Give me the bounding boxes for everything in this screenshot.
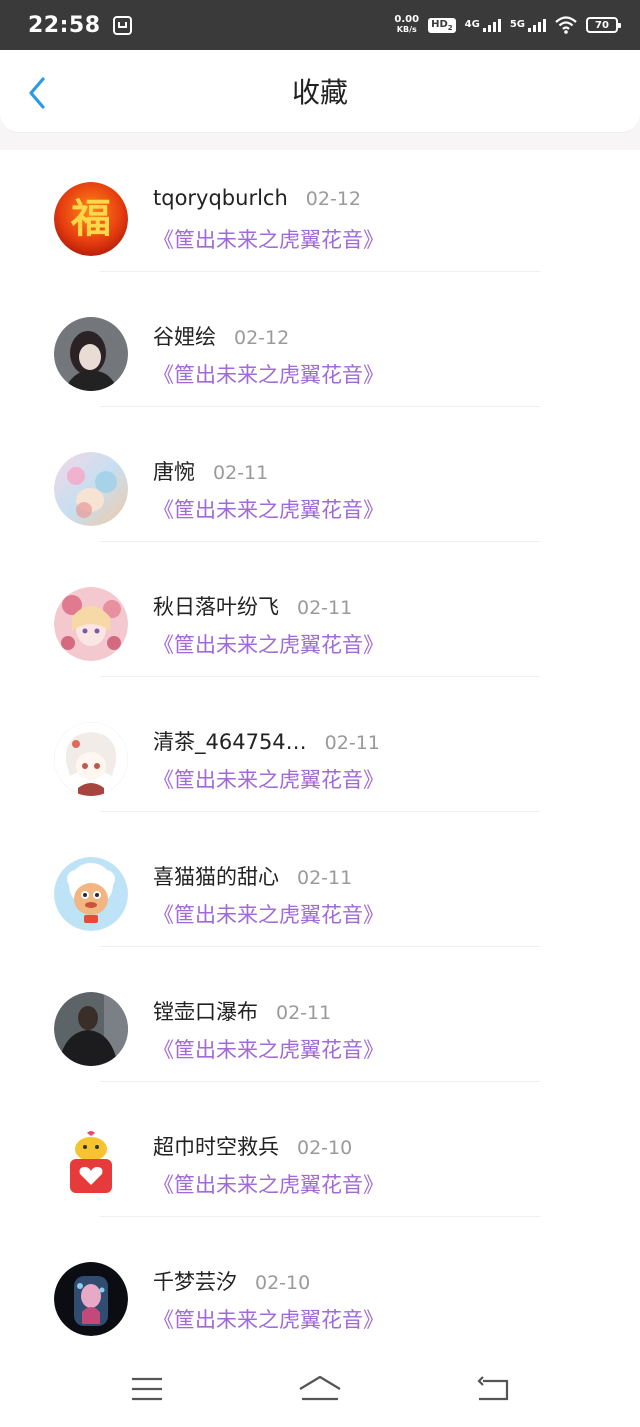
back-button[interactable] — [22, 76, 52, 110]
user-name[interactable]: 千梦芸汐 — [153, 1266, 237, 1296]
date: 02-12 — [305, 188, 361, 210]
work-title[interactable]: 《筐出未来之虎翼花音》 — [153, 224, 384, 254]
favorites-list: 福 tqoryqburlch 02-12 《筐出未来之虎翼花音》 谷娌绘 02-… — [0, 150, 640, 1352]
avatar[interactable] — [54, 722, 128, 796]
notification-icon — [112, 15, 132, 35]
signal-5g-label: 5G — [509, 18, 525, 30]
avatar[interactable]: 福 — [54, 182, 128, 256]
list-item[interactable]: 镗壶口瀑布 02-11 《筐出未来之虎翼花音》 — [0, 960, 640, 1095]
name-row: 超巾时空救兵 02-10 — [153, 1131, 352, 1161]
date: 02-10 — [255, 1272, 311, 1294]
date: 02-11 — [297, 867, 353, 889]
work-title[interactable]: 《筐出未来之虎翼花音》 — [153, 764, 384, 794]
name-row: 唐惋 02-11 — [153, 456, 268, 486]
network-speed: 0.00 KB/s — [394, 15, 419, 35]
avatar[interactable] — [54, 992, 128, 1066]
work-title[interactable]: 《筐出未来之虎翼花音》 — [153, 1034, 384, 1064]
date: 02-10 — [297, 1137, 353, 1159]
network-speed-unit: KB/s — [396, 25, 417, 34]
battery-icon: 70 — [586, 17, 621, 33]
divider — [100, 541, 540, 542]
date: 02-11 — [213, 462, 269, 484]
work-title[interactable]: 《筐出未来之虎翼花音》 — [153, 359, 384, 389]
date: 02-11 — [324, 732, 380, 754]
work-title[interactable]: 《筐出未来之虎翼花音》 — [153, 629, 384, 659]
divider — [100, 676, 540, 677]
work-title[interactable]: 《筐出未来之虎翼花音》 — [153, 1169, 384, 1199]
page-title: 收藏 — [291, 76, 348, 109]
list-item[interactable]: 清茶_464754… 02-11 《筐出未来之虎翼花音》 — [0, 690, 640, 825]
name-row: 谷娌绘 02-12 — [153, 321, 289, 351]
date: 02-11 — [297, 597, 353, 619]
date: 02-12 — [234, 327, 290, 349]
avatar[interactable] — [54, 1262, 128, 1336]
status-left: 22:58 — [28, 13, 132, 38]
name-row: 千梦芸汐 02-10 — [153, 1266, 310, 1296]
avatar[interactable] — [54, 587, 128, 661]
work-title[interactable]: 《筐出未来之虎翼花音》 — [153, 1304, 384, 1334]
name-row: 秋日落叶纷飞 02-11 — [153, 591, 352, 621]
menu-icon — [131, 1377, 162, 1400]
system-nav-bar — [0, 1350, 640, 1427]
hd-badge: HD2 — [428, 17, 456, 33]
network-speed-value: 0.00 — [394, 14, 420, 25]
signal-4g-label: 4G — [464, 18, 480, 30]
list-item[interactable]: 秋日落叶纷飞 02-11 《筐出未来之虎翼花音》 — [0, 555, 640, 690]
signal-4g-icon: 4G — [464, 18, 501, 32]
name-row: tqoryqburlch 02-12 — [153, 186, 361, 210]
user-name[interactable]: 超巾时空救兵 — [153, 1131, 279, 1161]
name-row: 喜猫猫的甜心 02-11 — [153, 861, 352, 891]
divider — [100, 406, 540, 407]
list-item[interactable]: 喜猫猫的甜心 02-11 《筐出未来之虎翼花音》 — [0, 825, 640, 960]
status-bar: 22:58 0.00 KB/s HD2 4G 5G 70 — [0, 0, 640, 50]
avatar[interactable] — [54, 1127, 128, 1201]
user-name[interactable]: 清茶_464754… — [153, 726, 307, 756]
divider — [100, 1216, 540, 1217]
user-name[interactable]: 谷娌绘 — [153, 321, 216, 351]
avatar-fu-char: 福 — [70, 195, 111, 242]
home-button[interactable] — [290, 1364, 350, 1414]
divider — [100, 1081, 540, 1082]
name-row: 镗壶口瀑布 02-11 — [153, 996, 331, 1026]
header: 收藏 — [0, 50, 640, 132]
screen: 22:58 0.00 KB/s HD2 4G 5G 70 收藏 福 tqoryq… — [0, 0, 640, 1427]
hd-label: HD — [431, 18, 448, 30]
avatar[interactable] — [54, 452, 128, 526]
signal-5g-icon: 5G — [509, 18, 546, 32]
menu-button[interactable] — [117, 1364, 177, 1414]
user-name[interactable]: 秋日落叶纷飞 — [153, 591, 279, 621]
divider — [100, 811, 540, 812]
list-item[interactable]: 福 tqoryqburlch 02-12 《筐出未来之虎翼花音》 — [0, 150, 640, 285]
battery-level: 70 — [595, 19, 609, 31]
divider — [100, 271, 540, 272]
work-title[interactable]: 《筐出未来之虎翼花音》 — [153, 899, 384, 929]
name-row: 清茶_464754… 02-11 — [153, 726, 380, 756]
user-name[interactable]: tqoryqburlch — [153, 186, 288, 210]
avatar[interactable] — [54, 317, 128, 391]
return-icon — [477, 1375, 509, 1400]
work-title[interactable]: 《筐出未来之虎翼花音》 — [153, 494, 384, 524]
list-item[interactable]: 超巾时空救兵 02-10 《筐出未来之虎翼花音》 — [0, 1095, 640, 1230]
user-name[interactable]: 喜猫猫的甜心 — [153, 861, 279, 891]
hd-sub: 2 — [447, 23, 453, 32]
user-name[interactable]: 镗壶口瀑布 — [153, 996, 258, 1026]
chevron-left-icon — [29, 77, 45, 109]
status-time: 22:58 — [28, 12, 101, 38]
avatar[interactable] — [54, 857, 128, 931]
list-item[interactable]: 谷娌绘 02-12 《筐出未来之虎翼花音》 — [0, 285, 640, 420]
user-name[interactable]: 唐惋 — [153, 456, 195, 486]
home-icon — [299, 1375, 341, 1400]
status-right: 0.00 KB/s HD2 4G 5G 70 — [394, 15, 621, 35]
date: 02-11 — [276, 1002, 332, 1024]
list-item[interactable]: 唐惋 02-11 《筐出未来之虎翼花音》 — [0, 420, 640, 555]
divider — [100, 946, 540, 947]
return-button[interactable] — [463, 1364, 523, 1414]
list-item[interactable]: 千梦芸汐 02-10 《筐出未来之虎翼花音》 — [0, 1230, 640, 1365]
wifi-icon — [555, 16, 577, 34]
